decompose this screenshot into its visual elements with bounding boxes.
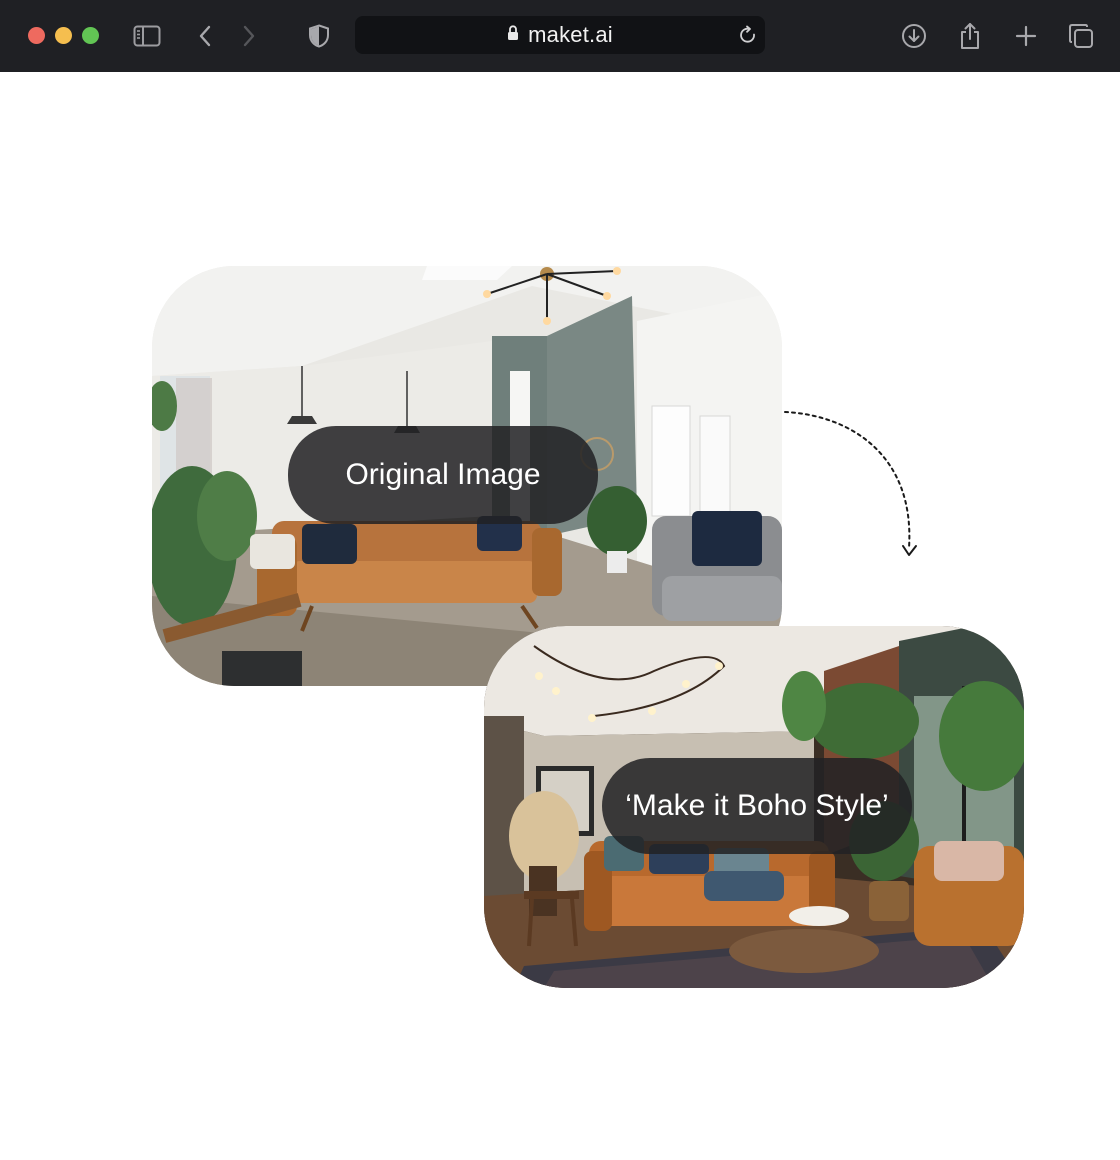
sidebar-icon[interactable] — [131, 20, 163, 52]
lock-icon — [507, 25, 519, 46]
new-tab-icon[interactable] — [1010, 20, 1042, 52]
url-text: maket.ai — [528, 22, 613, 48]
minimize-window-button[interactable] — [55, 27, 72, 44]
shield-icon[interactable] — [303, 20, 335, 52]
reload-icon[interactable] — [737, 24, 759, 51]
maximize-window-button[interactable] — [82, 27, 99, 44]
share-icon[interactable] — [954, 20, 986, 52]
original-image-label: Original Image — [288, 426, 598, 524]
boho-style-prompt-text: ‘Make it Boho Style’ — [625, 789, 888, 823]
download-icon[interactable] — [898, 20, 930, 52]
original-image-label-text: Original Image — [345, 458, 540, 492]
tabs-overview-icon[interactable] — [1065, 20, 1097, 52]
close-window-button[interactable] — [28, 27, 45, 44]
boho-style-prompt-label: ‘Make it Boho Style’ — [602, 758, 912, 854]
forward-icon[interactable] — [233, 20, 265, 52]
browser-toolbar: maket.ai — [0, 0, 1120, 72]
back-icon[interactable] — [189, 20, 221, 52]
address-bar[interactable]: maket.ai — [355, 16, 765, 54]
transformation-arrow-icon — [780, 400, 930, 575]
